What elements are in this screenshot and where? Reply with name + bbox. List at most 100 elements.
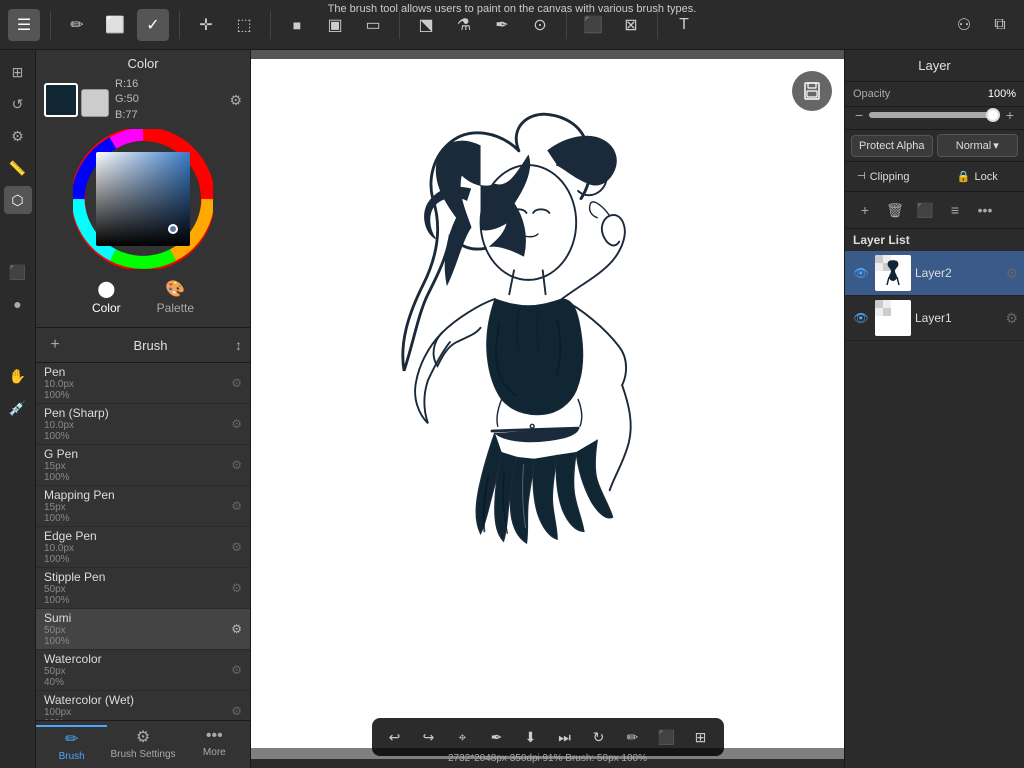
- lock-button[interactable]: 🔒 Lock: [937, 166, 1019, 187]
- layer-list-button[interactable]: ≡: [941, 196, 969, 224]
- brush-name: Pen: [44, 365, 231, 379]
- right-panel: Layer Opacity 100% − + Protect Alpha Nor…: [844, 50, 1024, 768]
- brush-name: Watercolor (Wet): [44, 693, 231, 707]
- brush-settings-tab[interactable]: ⚙ Brush Settings: [107, 725, 178, 764]
- brush-settings-icon[interactable]: ⚙: [231, 417, 242, 431]
- brush-settings-icon[interactable]: ⚙: [231, 581, 242, 595]
- brush-size: 10.0px100%: [44, 543, 231, 565]
- history-icon[interactable]: ↺: [4, 90, 32, 118]
- opacity-increase-button[interactable]: +: [1004, 107, 1016, 123]
- transform-tool-icon[interactable]: ⬚: [228, 9, 260, 41]
- brush-settings-icon[interactable]: ⚙: [231, 622, 242, 636]
- brush-tab[interactable]: ✏ Brush: [36, 725, 107, 764]
- fill-tool-icon[interactable]: ■: [281, 9, 313, 41]
- palette-tab-label: Palette: [157, 301, 194, 315]
- delete-layer-button[interactable]: 🗑: [881, 196, 909, 224]
- color-settings-icon[interactable]: ⚙: [229, 92, 242, 109]
- layer-thumb-svg: [875, 255, 911, 291]
- pencil-tool-icon[interactable]: ✏: [61, 9, 93, 41]
- primary-color-swatch[interactable]: [44, 83, 78, 117]
- brush-item-watercolor[interactable]: Watercolor 50px40% ⚙: [36, 650, 250, 691]
- opacity-slider-fill: [869, 112, 1000, 118]
- brush-settings-icon[interactable]: ⚙: [231, 458, 242, 472]
- brush-item-gpen[interactable]: G Pen 15px100% ⚙: [36, 445, 250, 486]
- brush-size: 10.0px100%: [44, 420, 231, 442]
- left-sidebar: ⊞ ↺ ⚙ 📏 ⬡ ⬛ ● ✋ 💉: [0, 50, 36, 768]
- layer-settings-button-1[interactable]: ⚙: [1005, 310, 1018, 327]
- brush-item-pen[interactable]: Pen 10.0px100% ⚙: [36, 363, 250, 404]
- fill-left-icon[interactable]: ⬡: [4, 186, 32, 214]
- duplicate-layer-button[interactable]: ⬛: [911, 196, 939, 224]
- clipping-button[interactable]: ⊣ Clipping: [851, 167, 933, 187]
- brush-size: 15px100%: [44, 461, 231, 483]
- eraser-tool-icon[interactable]: ⬜: [99, 9, 131, 41]
- save-icon: [802, 81, 822, 101]
- hand-icon[interactable]: ✋: [4, 362, 32, 390]
- brush-name: G Pen: [44, 447, 231, 461]
- menu-icon[interactable]: ☰: [8, 9, 40, 41]
- color-wheel-container[interactable]: [44, 129, 242, 269]
- brush-item-watercolor-wet[interactable]: Watercolor (Wet) 100px10% ⚙: [36, 691, 250, 720]
- color-swatches: [44, 83, 109, 117]
- brush-size: 10.0px100%: [44, 379, 231, 401]
- opacity-decrease-button[interactable]: −: [853, 107, 865, 123]
- more-tab[interactable]: ••• More: [179, 725, 250, 764]
- secondary-color-swatch[interactable]: [81, 89, 109, 117]
- brush-settings-icon[interactable]: ⚙: [231, 499, 242, 513]
- separator-3: [270, 11, 271, 39]
- brush-item-mapping[interactable]: Mapping Pen 15px100% ⚙: [36, 486, 250, 527]
- move-tool-icon[interactable]: ✛: [190, 9, 222, 41]
- brush-name: Edge Pen: [44, 529, 231, 543]
- gallery-icon[interactable]: ⊞: [4, 58, 32, 86]
- layer-item-2[interactable]: 👁 Layer2 ⚙: [845, 251, 1024, 296]
- layer-item-1[interactable]: 👁 Layer1 ⚙: [845, 296, 1024, 341]
- tooltip-bar: The brush tool allows users to paint on …: [328, 0, 697, 18]
- color-tab[interactable]: ⬤ Color: [84, 277, 129, 317]
- brush-item-edge[interactable]: Edge Pen 10.0px100% ⚙: [36, 527, 250, 568]
- brush-tabs-bar: ✏ Brush ⚙ Brush Settings ••• More: [36, 720, 250, 768]
- layers-left-icon[interactable]: ⬛: [4, 258, 32, 286]
- brush-settings-icon[interactable]: ⚙: [231, 376, 242, 390]
- brush-tool-icon[interactable]: ✓: [137, 9, 169, 41]
- canvas-area[interactable]: ↩ ↪ ⌖ ✒ ⬇ ⏭ ↻ ✏ ⬛ ⊞ 2732*2048px 350dpi 9…: [251, 50, 844, 768]
- opacity-slider-thumb[interactable]: [986, 108, 1000, 122]
- add-layer-button[interactable]: +: [851, 196, 879, 224]
- separator-2: [179, 11, 180, 39]
- brush-item-pen-sharp[interactable]: Pen (Sharp) 10.0px100% ⚙: [36, 404, 250, 445]
- brush-settings-icon[interactable]: ⚙: [231, 540, 242, 554]
- brush-settings-icon[interactable]: ⚙: [231, 663, 242, 677]
- brush-size: 50px100%: [44, 584, 231, 606]
- share-icon[interactable]: ⚇: [948, 9, 980, 41]
- layer-settings-button-2[interactable]: ⚙: [1005, 265, 1018, 282]
- brush-name: Stipple Pen: [44, 570, 231, 584]
- blend-mode-button[interactable]: Normal ▾: [937, 134, 1019, 157]
- sort-brush-button[interactable]: ↕: [235, 337, 242, 353]
- top-toolbar: ☰ ✏ ⬜ ✓ ✛ ⬚ ■ ▣ ▭ ⬔ ⚗ ✒ ⊙ ⬛ ⊠ T The brus…: [0, 0, 1024, 50]
- color-left-icon[interactable]: ●: [4, 290, 32, 318]
- opacity-slider[interactable]: [869, 112, 1000, 118]
- protect-alpha-button[interactable]: Protect Alpha: [851, 135, 933, 157]
- color-tabs: ⬤ Color 🎨 Palette: [44, 273, 242, 321]
- brush-settings-icon[interactable]: ⚙: [231, 704, 242, 718]
- canvas-save-button[interactable]: [792, 71, 832, 111]
- settings-left-icon[interactable]: ⚙: [4, 122, 32, 150]
- layer-visibility-button-2[interactable]: 👁: [851, 263, 871, 283]
- color-wheel[interactable]: [73, 129, 213, 269]
- palette-tab[interactable]: 🎨 Palette: [149, 277, 202, 317]
- opacity-label: Opacity: [853, 88, 984, 100]
- add-brush-button[interactable]: +: [44, 334, 66, 356]
- color-tab-label: Color: [92, 301, 121, 315]
- brush-item-sumi[interactable]: Sumi 50px100% ⚙: [36, 609, 250, 650]
- brush-size: 50px40%: [44, 666, 231, 688]
- brush-name: Mapping Pen: [44, 488, 231, 502]
- brush-list: Pen 10.0px100% ⚙ Pen (Sharp) 10.0px100% …: [36, 363, 250, 720]
- opacity-row: Opacity 100%: [845, 82, 1024, 107]
- canvas-container[interactable]: [251, 59, 844, 759]
- dropper-left-icon[interactable]: 💉: [4, 394, 32, 422]
- layers-icon[interactable]: ⧉: [984, 9, 1016, 41]
- layer-visibility-button-1[interactable]: 👁: [851, 308, 871, 328]
- ruler-icon[interactable]: 📏: [4, 154, 32, 182]
- layer-more-button[interactable]: •••: [971, 196, 999, 224]
- brush-item-stipple[interactable]: Stipple Pen 50px100% ⚙: [36, 568, 250, 609]
- blend-mode-chevron: ▾: [993, 139, 999, 152]
